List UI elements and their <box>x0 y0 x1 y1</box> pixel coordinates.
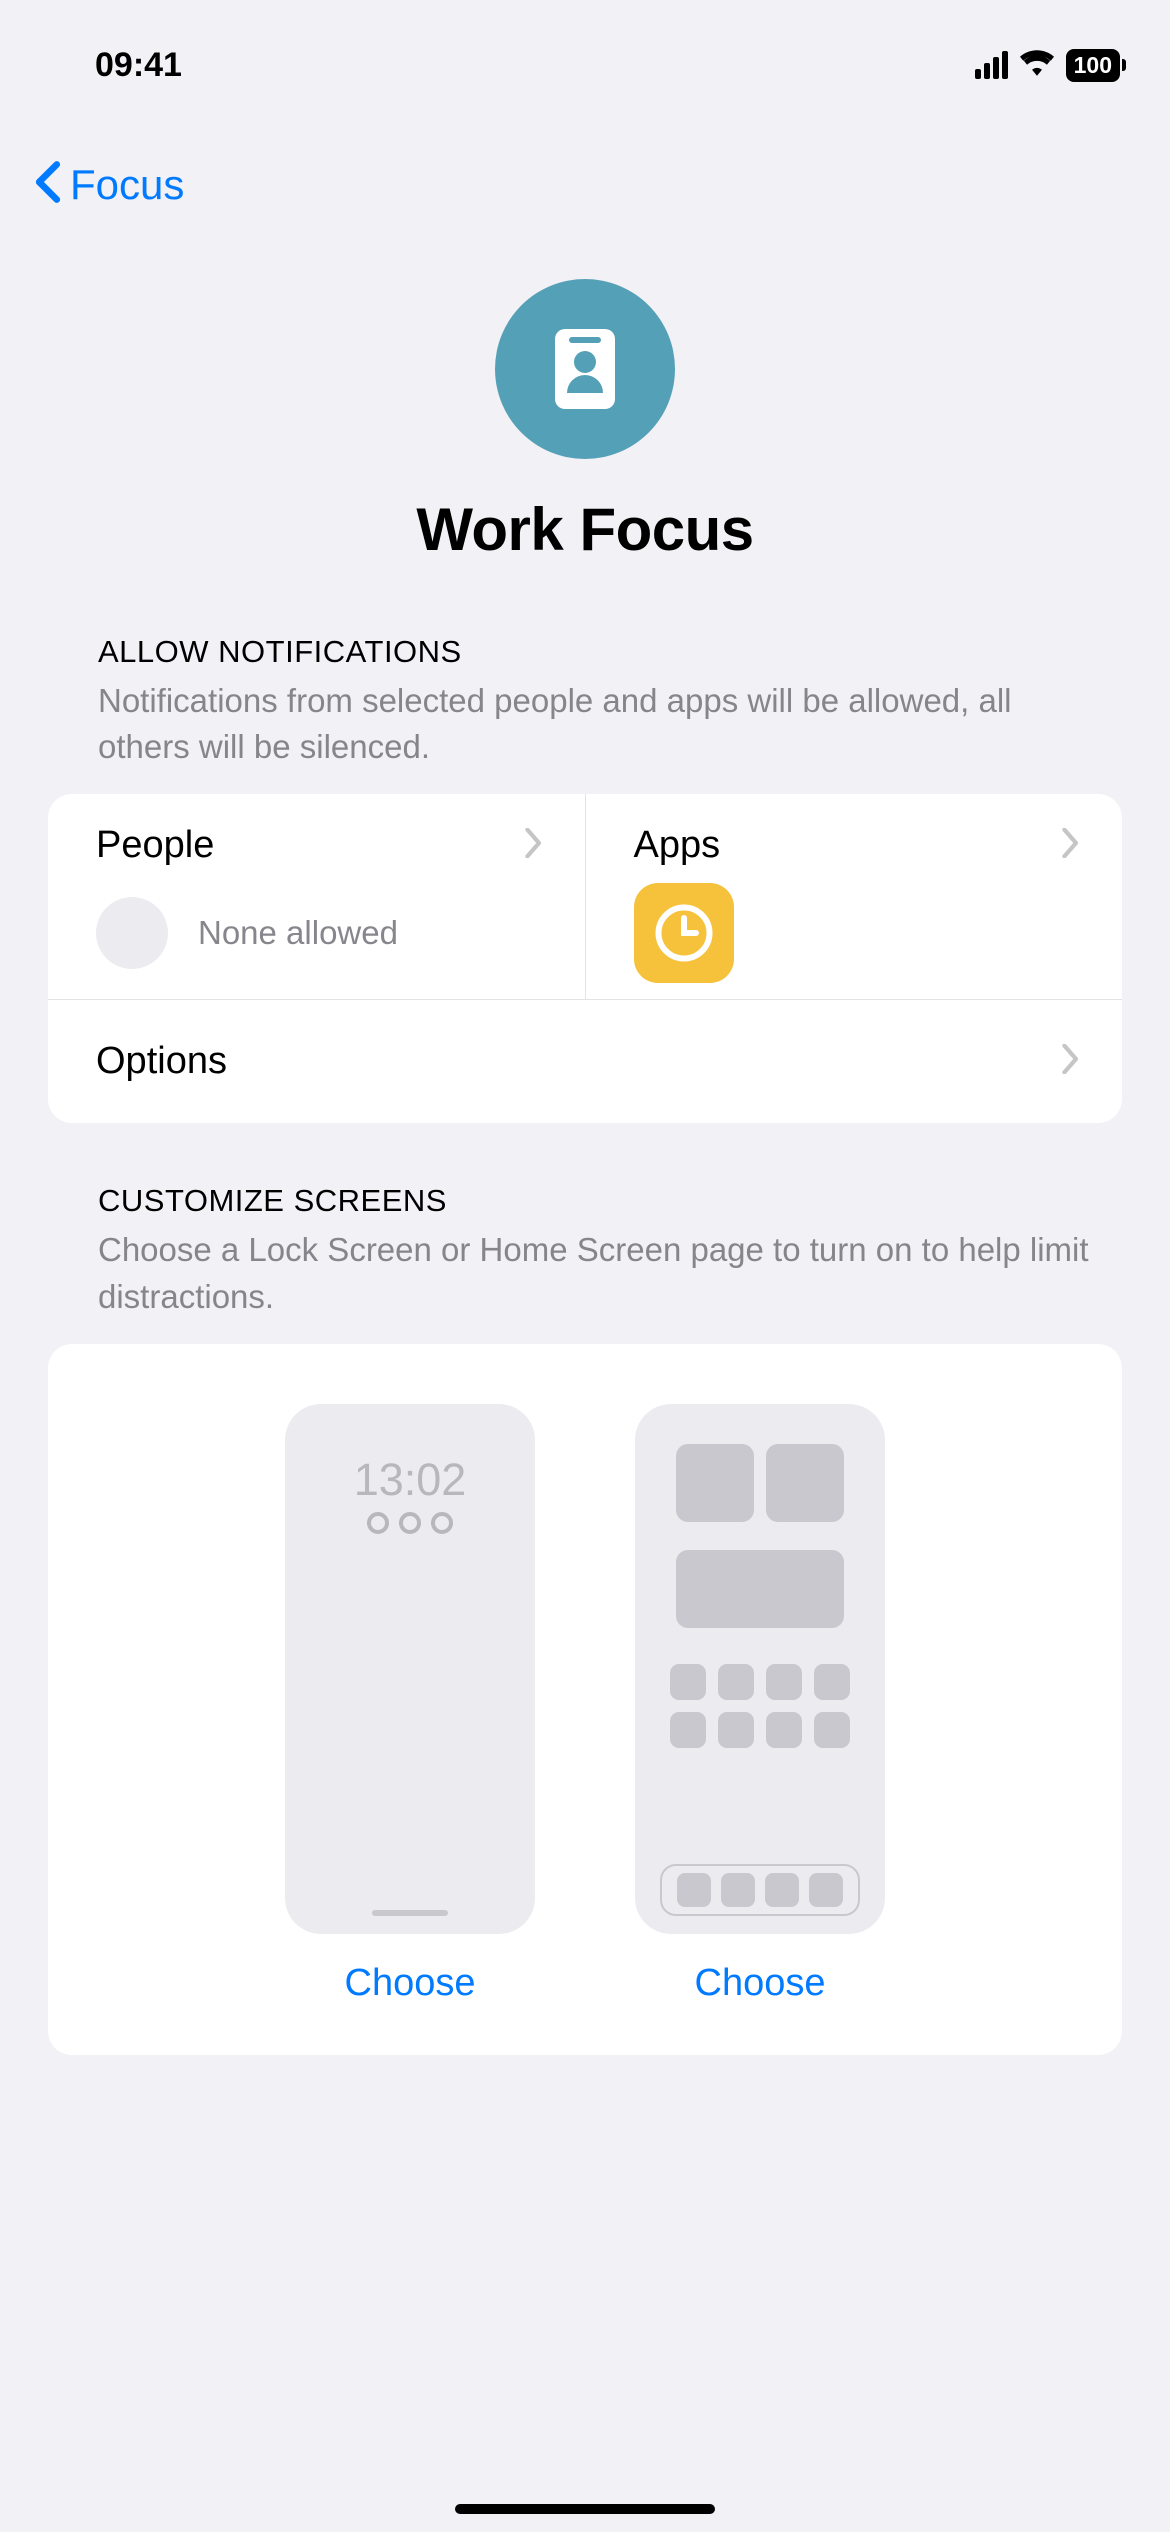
home-screen-preview: Choose <box>635 1404 885 2005</box>
notifications-card: People None allowed Apps <box>48 794 1122 1123</box>
chevron-right-icon <box>525 828 543 863</box>
lock-widgets-icon <box>367 1512 453 1534</box>
home-indicator[interactable] <box>455 2504 715 2514</box>
status-indicators: 100 <box>975 49 1120 82</box>
allow-notifications-section: ALLOW NOTIFICATIONS Notifications from s… <box>0 634 1170 1123</box>
apps-label: Apps <box>634 824 721 867</box>
lock-screen-thumbnail[interactable]: 13:02 <box>285 1404 535 1934</box>
customize-screens-section: CUSTOMIZE SCREENS Choose a Lock Screen o… <box>0 1183 1170 2054</box>
wifi-icon <box>1020 50 1054 81</box>
lock-time: 13:02 <box>354 1454 467 1506</box>
lock-screen-preview: 13:02 Choose <box>285 1404 535 2005</box>
options-row[interactable]: Options <box>48 1000 1122 1123</box>
screens-card: 13:02 Choose <box>48 1344 1122 2055</box>
section-description: Notifications from selected people and a… <box>48 678 1122 770</box>
chevron-left-icon <box>30 160 66 209</box>
page-title: Work Focus <box>416 495 753 564</box>
section-header: ALLOW NOTIFICATIONS <box>48 634 1122 670</box>
choose-home-screen-button[interactable]: Choose <box>695 1962 826 2005</box>
home-screen-thumbnail[interactable] <box>635 1404 885 1934</box>
status-bar: 09:41 100 <box>0 0 1170 110</box>
choose-lock-screen-button[interactable]: Choose <box>345 1962 476 2005</box>
focus-icon <box>495 279 675 459</box>
status-time: 09:41 <box>95 46 182 85</box>
options-label: Options <box>96 1040 227 1083</box>
focus-header: Work Focus <box>0 239 1170 634</box>
back-label: Focus <box>70 161 184 209</box>
section-description: Choose a Lock Screen or Home Screen page… <box>48 1227 1122 1319</box>
empty-avatar-icon <box>96 897 168 969</box>
people-label: People <box>96 824 214 867</box>
battery-indicator: 100 <box>1066 49 1120 82</box>
chevron-right-icon <box>1062 828 1080 863</box>
people-status: None allowed <box>198 914 398 952</box>
section-header: CUSTOMIZE SCREENS <box>48 1183 1122 1219</box>
people-cell[interactable]: People None allowed <box>48 794 586 999</box>
back-button[interactable]: Focus <box>0 110 1170 239</box>
dock-icon <box>660 1864 860 1916</box>
work-badge-icon <box>555 329 615 409</box>
clock-app-icon <box>634 883 734 983</box>
cellular-signal-icon <box>975 51 1008 79</box>
chevron-right-icon <box>1062 1044 1080 1079</box>
apps-cell[interactable]: Apps <box>586 794 1123 999</box>
